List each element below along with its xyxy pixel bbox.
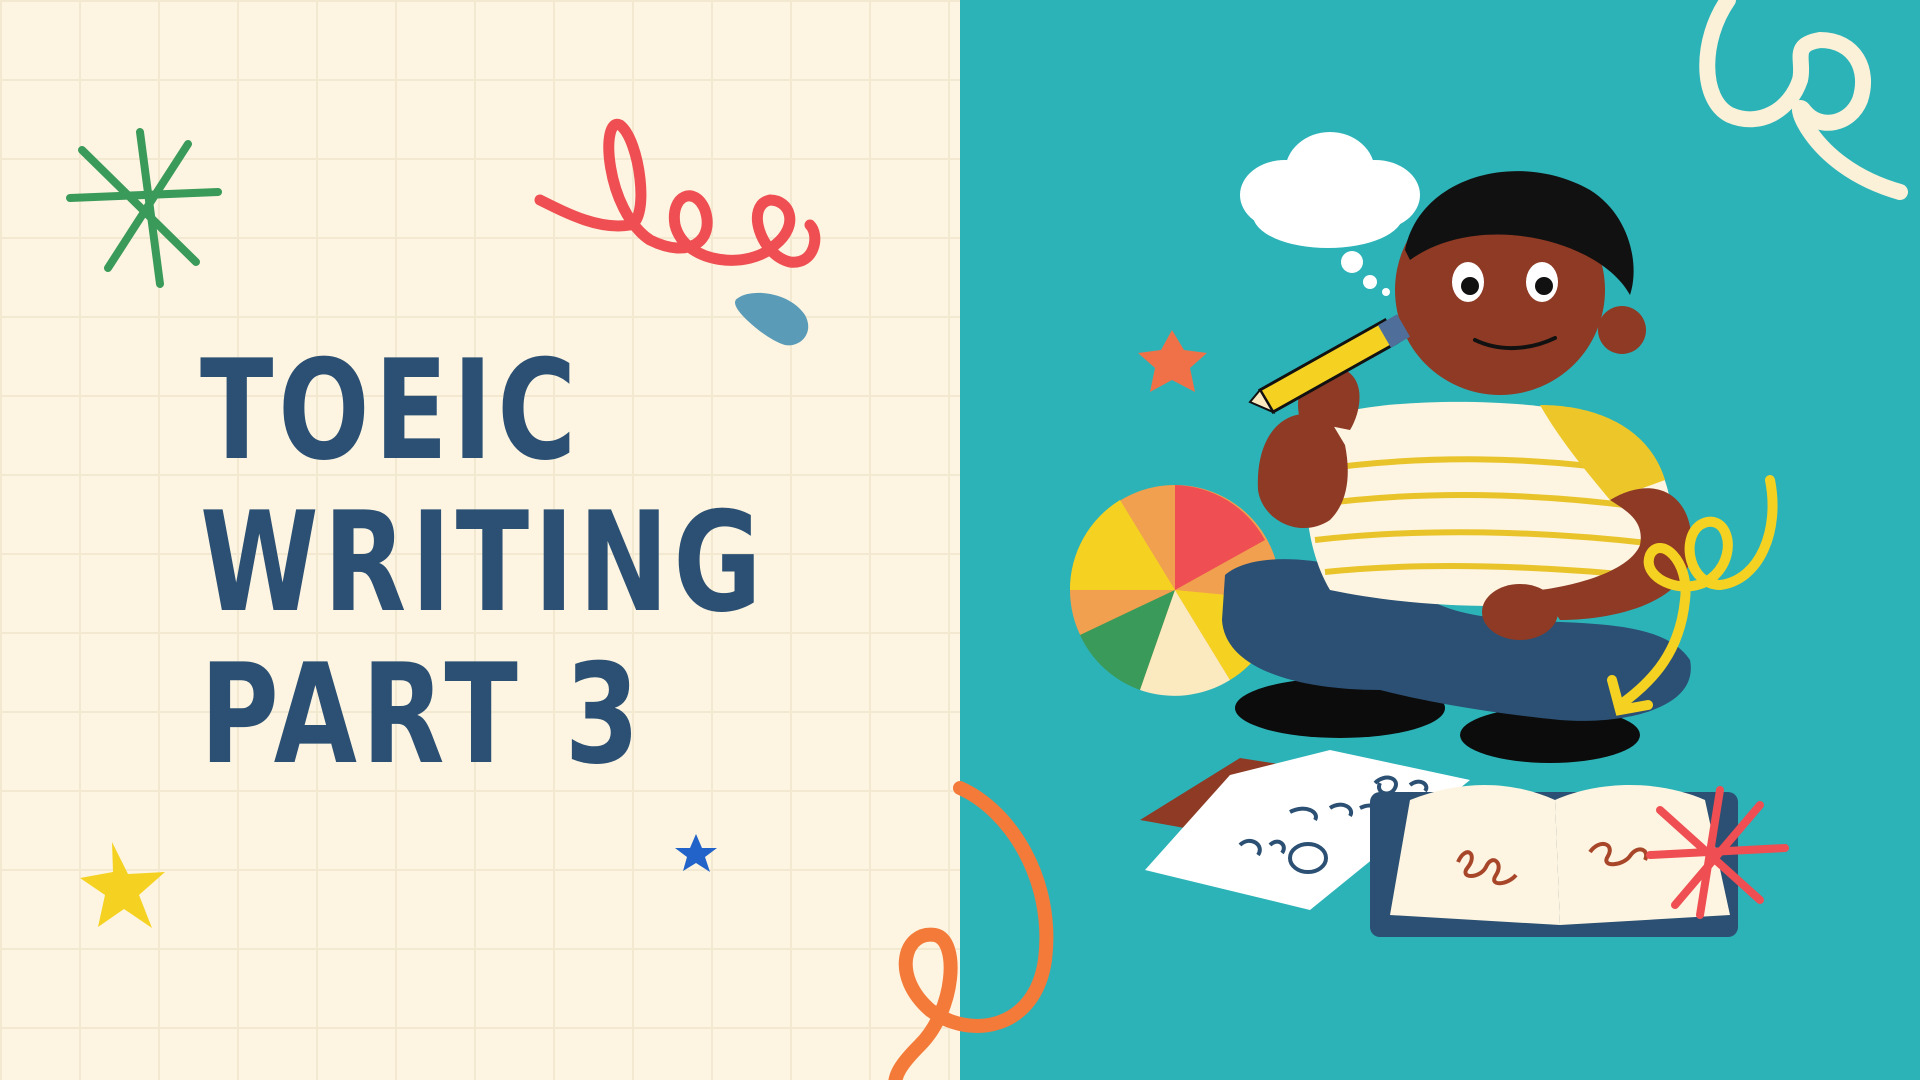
yellow-star-icon [80,842,165,928]
green-asterisk-icon [66,128,222,288]
blue-blob-icon [735,292,809,346]
decorations-layer [66,0,1908,1080]
cream-swirl-icon [1699,0,1908,200]
red-swirl-icon [534,118,821,268]
orange-swirl-icon [888,781,1054,1080]
blue-star-icon [675,834,717,872]
